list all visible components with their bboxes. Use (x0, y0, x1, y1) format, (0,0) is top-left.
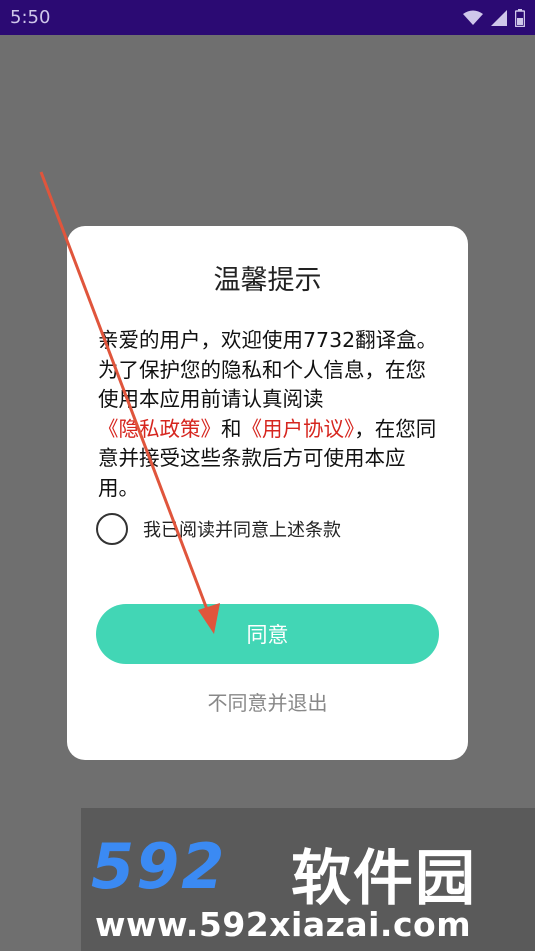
disagree-exit-button[interactable]: 不同意并退出 (67, 687, 468, 716)
privacy-policy-link[interactable]: 《隐私政策》 (98, 417, 221, 441)
status-bar: 5:50 (0, 0, 535, 35)
message-text: 亲爱的用户，欢迎使用7732翻译盒。为了保护您的隐私和个人信息，在您使用本应用前… (98, 328, 438, 411)
wifi-icon (463, 10, 483, 26)
dialog-title: 温馨提示 (213, 265, 322, 296)
agree-terms-row[interactable]: 我已阅读并同意上述条款 (96, 512, 341, 546)
watermark-brand: 软件园 (291, 844, 477, 914)
agree-terms-checkbox[interactable] (96, 513, 128, 545)
cell-signal-icon (491, 9, 507, 26)
status-icons (463, 8, 525, 27)
battery-icon (515, 8, 525, 27)
status-time: 5:50 (10, 7, 51, 28)
privacy-dialog: 温馨提示 亲爱的用户，欢迎使用7732翻译盒。为了保护您的隐私和个人信息，在您使… (67, 226, 468, 760)
site-watermark: 592 软件园 www.592xiazai.com (81, 808, 535, 951)
watermark-logo: 592 (91, 830, 227, 903)
user-agreement-link[interactable]: 《用户协议》 (242, 417, 355, 441)
agree-button[interactable]: 同意 (96, 604, 439, 664)
watermark-url: www.592xiazai.com (95, 905, 472, 944)
agree-terms-label[interactable]: 我已阅读并同意上述条款 (143, 516, 341, 542)
dialog-message: 亲爱的用户，欢迎使用7732翻译盒。为了保护您的隐私和个人信息，在您使用本应用前… (98, 326, 443, 503)
message-conjunction: 和 (221, 416, 242, 441)
